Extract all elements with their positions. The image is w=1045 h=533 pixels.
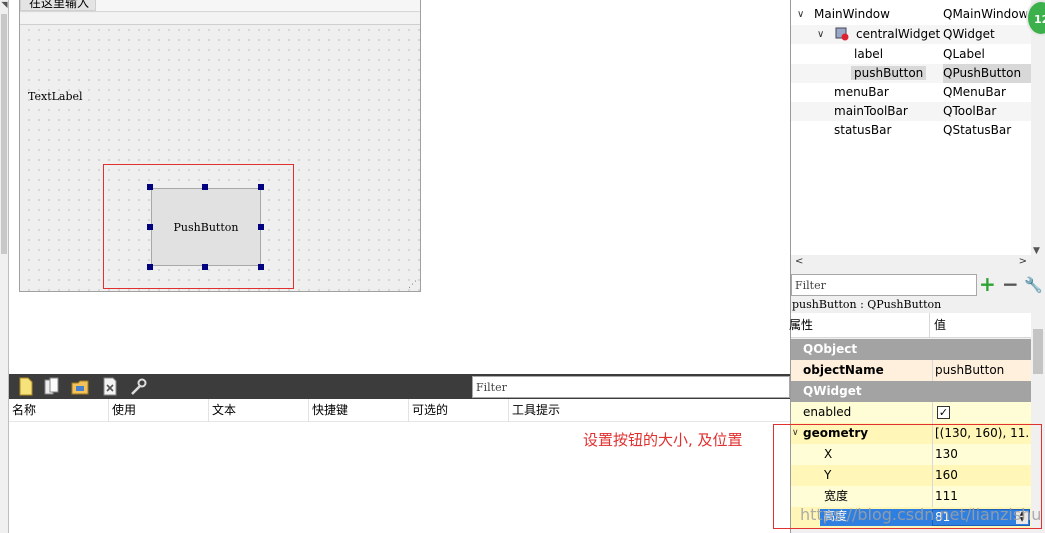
tree-item-name-selected: pushButton (851, 66, 927, 80)
tree-item-class: QMenuBar (943, 85, 1006, 99)
tree-item-name: statusBar (834, 123, 892, 137)
tree-horizontal-scrollbar[interactable]: < > (791, 256, 1031, 270)
property-row-objectname[interactable]: objectName pushButton (791, 360, 1031, 381)
tree-item-name: label (854, 47, 884, 61)
resize-handle[interactable] (147, 184, 153, 190)
text-label[interactable]: TextLabel (28, 90, 83, 103)
scroll-left-arrow-icon[interactable]: < (795, 256, 803, 267)
tree-item-class: QToolBar (943, 104, 997, 118)
column-header-checkable[interactable]: 可选的 (409, 399, 509, 422)
tree-row-statusbar[interactable]: statusBar QStatusBar (791, 121, 1031, 140)
resize-handle[interactable] (202, 264, 208, 270)
resize-handle[interactable] (147, 224, 153, 230)
column-header-used[interactable]: 使用 (109, 399, 209, 422)
tree-row-centralwidget[interactable]: ∨ centralWidget QWidget (791, 25, 1031, 44)
column-header-text[interactable]: 文本 (209, 399, 309, 422)
tree-row-label[interactable]: label QLabel (791, 45, 1031, 64)
tree-row-mainwindow[interactable]: ∨ MainWindow QMainWindow (791, 5, 1031, 24)
header-property[interactable]: 属性 (789, 313, 813, 338)
column-header-name[interactable]: 名称 (9, 399, 109, 422)
property-table-header: 属性 值 (789, 313, 1031, 338)
tree-item-name: centralWidget (856, 27, 941, 41)
form-toolbar (20, 13, 420, 25)
new-action-icon[interactable] (17, 377, 35, 396)
left-scrollbar[interactable]: ◥ (0, 0, 9, 533)
watermark: https://blog.csdn.net/lianzishu (800, 505, 1042, 524)
property-key: enabled (803, 405, 852, 419)
tree-item-class: QWidget (943, 27, 995, 41)
chevron-down-icon[interactable]: ∨ (817, 25, 824, 44)
chevron-down-icon[interactable]: ∨ (797, 5, 804, 24)
column-header-shortcut[interactable]: 快捷键 (309, 399, 409, 422)
category-qobject[interactable]: QObject (791, 339, 1031, 360)
tree-item-class: QStatusBar (943, 123, 1012, 137)
property-filter-input[interactable]: Filter (791, 274, 977, 296)
header-value[interactable]: 值 (934, 313, 946, 338)
tree-item-class: QMainWindow (943, 7, 1029, 21)
size-grip-icon[interactable]: ⋰ (408, 280, 418, 290)
tree-item-name: mainToolBar (834, 104, 908, 118)
resize-handle[interactable] (258, 264, 264, 270)
object-inspector-tree[interactable]: ∨ MainWindow QMainWindow ∨ centralWidget… (791, 0, 1031, 255)
property-value[interactable]: pushButton (932, 360, 1030, 381)
configure-wrench-icon[interactable]: 🔧 (1024, 275, 1043, 295)
tree-row-menubar[interactable]: menuBar QMenuBar (791, 83, 1031, 102)
selected-object-label: pushButton : QPushButton (792, 298, 942, 311)
folder-icon[interactable] (71, 377, 89, 396)
property-row-enabled[interactable]: enabled ✓ (791, 402, 1031, 423)
tree-item-name: MainWindow (814, 7, 890, 21)
menu-type-here[interactable]: 在这里输入 (20, 0, 96, 11)
tree-item-class: QLabel (943, 47, 985, 61)
tree-item-name: menuBar (834, 85, 889, 99)
scrollbar-thumb[interactable] (1033, 329, 1043, 374)
category-qwidget[interactable]: QWidget (791, 381, 1031, 402)
resize-handle[interactable] (258, 224, 264, 230)
wrench-icon[interactable] (129, 377, 147, 396)
resize-handle[interactable] (202, 184, 208, 190)
resize-handle[interactable] (258, 184, 264, 190)
add-property-icon[interactable]: + (979, 274, 997, 295)
action-table-header: 名称 使用 文本 快捷键 可选的 工具提示 (9, 399, 790, 422)
column-header-tooltip[interactable]: 工具提示 (509, 399, 609, 422)
remove-property-icon[interactable]: − (1002, 274, 1020, 295)
tree-row-pushbutton[interactable]: pushButton QPushButton (791, 64, 1031, 83)
property-key: objectName (803, 363, 884, 377)
push-button[interactable]: PushButton (151, 188, 261, 266)
scroll-up-arrow-icon[interactable]: ◥ (0, 0, 9, 9)
resize-handle[interactable] (147, 264, 153, 270)
annotation-text: 设置按钮的大小, 及位置 (583, 431, 743, 449)
push-button-label: PushButton (173, 220, 239, 234)
copy-action-icon[interactable] (43, 377, 61, 396)
scrollbar-thumb[interactable] (1, 14, 7, 254)
property-value[interactable]: ✓ (932, 402, 1030, 423)
tree-vertical-scrollbar[interactable]: ▼ (1031, 0, 1045, 256)
tree-row-maintoolbar[interactable]: mainToolBar QToolBar (791, 102, 1031, 121)
scroll-right-arrow-icon[interactable]: > (1019, 256, 1027, 267)
action-filter-input[interactable]: Filter (472, 376, 790, 398)
widget-icon (835, 27, 849, 41)
category-label: QWidget (803, 384, 862, 398)
scroll-down-arrow-icon[interactable]: ▼ (1033, 246, 1040, 256)
category-label: QObject (803, 342, 858, 356)
enabled-checkbox[interactable]: ✓ (937, 406, 950, 419)
delete-action-icon[interactable] (101, 377, 119, 396)
tree-item-class: QPushButton (943, 64, 1031, 83)
